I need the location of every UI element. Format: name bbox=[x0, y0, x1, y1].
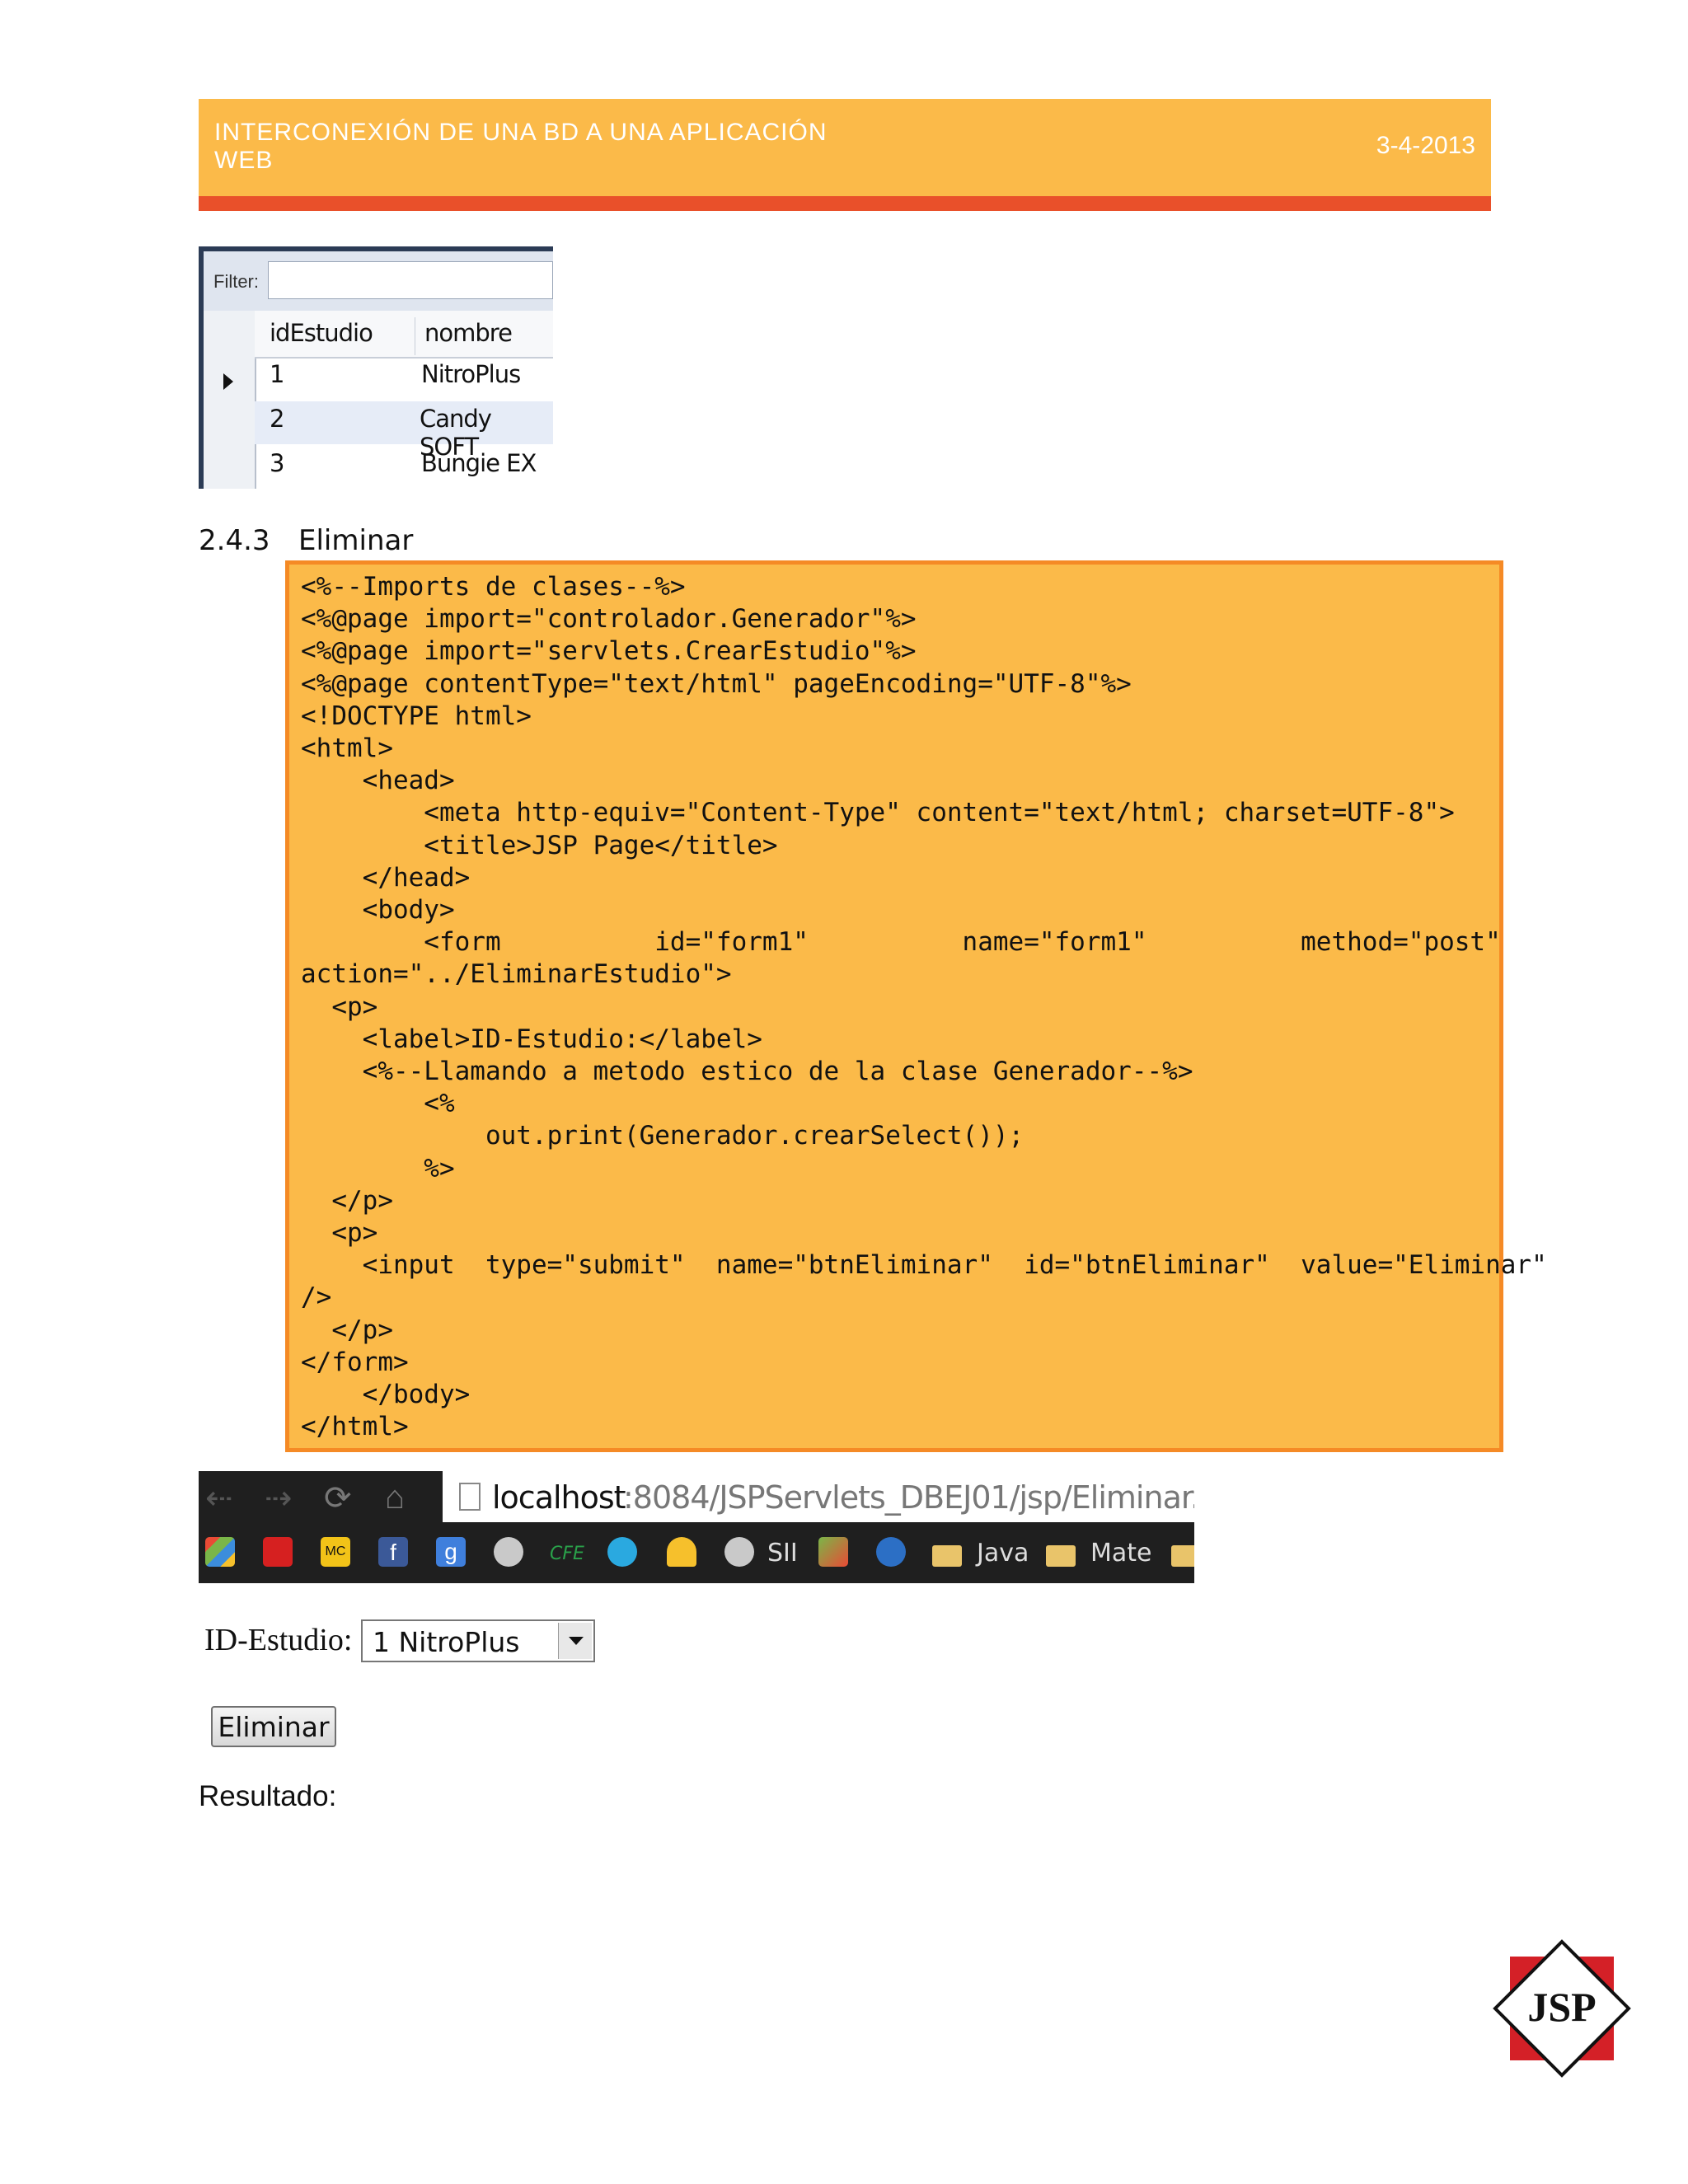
mc-bookmark-icon[interactable]: MC bbox=[321, 1537, 350, 1567]
java-bookmark-folder[interactable]: Java bbox=[977, 1539, 1029, 1568]
estudio-select[interactable]: 1 NitroPlus bbox=[361, 1619, 595, 1662]
back-arrow-icon[interactable]: ⇠ bbox=[205, 1479, 233, 1517]
sii-bookmark-label[interactable]: SII bbox=[767, 1539, 798, 1568]
url-host[interactable]: localhost bbox=[492, 1479, 626, 1516]
youtube-bookmark-icon[interactable] bbox=[263, 1537, 293, 1567]
header-title: Interconexión de una BD a una aplicación… bbox=[214, 119, 956, 175]
folder-icon bbox=[1046, 1545, 1076, 1567]
table-cell-nombre[interactable]: Bungie EX bbox=[421, 449, 537, 477]
code-listing: <%--Imports de clases--%> <%@page import… bbox=[301, 572, 1547, 1442]
jsp-logo: JSP bbox=[1493, 1939, 1631, 2078]
table-cell-id[interactable]: 1 bbox=[270, 360, 284, 388]
row-header-column bbox=[204, 311, 256, 489]
google-bookmark-icon[interactable]: g bbox=[436, 1537, 466, 1567]
globe-bookmark-icon[interactable] bbox=[876, 1537, 906, 1567]
filter-label: Filter: bbox=[213, 271, 259, 292]
section-title: Eliminar bbox=[298, 524, 414, 557]
filter-input[interactable] bbox=[268, 261, 553, 299]
folder-icon bbox=[1171, 1545, 1194, 1567]
eliminar-button[interactable]: Eliminar bbox=[211, 1706, 336, 1747]
forward-arrow-icon[interactable]: ⇢ bbox=[265, 1479, 293, 1517]
db-grid-screenshot: Filter: idEstudio nombre 1 NitroPlus 2 C… bbox=[199, 246, 553, 489]
header-divider bbox=[255, 357, 553, 359]
current-row-arrow-icon bbox=[223, 373, 233, 390]
select-value: 1 NitroPlus bbox=[373, 1626, 520, 1658]
code-box: <%--Imports de clases--%> <%@page import… bbox=[285, 560, 1547, 1452]
folder-icon bbox=[932, 1545, 962, 1567]
url-path[interactable]: :8084/JSPServlets_DBEJ01/jsp/Eliminar.js… bbox=[623, 1479, 1194, 1516]
header-title-line2: web bbox=[214, 147, 274, 174]
header-date: 3-4-2013 bbox=[1376, 132, 1475, 159]
table-cell-id[interactable]: 2 bbox=[270, 405, 284, 433]
gear2-bookmark-icon[interactable] bbox=[724, 1537, 754, 1567]
twitter-bookmark-icon[interactable] bbox=[607, 1537, 637, 1567]
filter-bar: Filter: bbox=[204, 251, 553, 311]
cfe-bookmark-icon[interactable]: CFE bbox=[550, 1544, 584, 1564]
page-icon bbox=[459, 1483, 481, 1511]
table-cell-id[interactable]: 3 bbox=[270, 449, 284, 477]
chevron-down-icon[interactable] bbox=[558, 1623, 592, 1659]
person-bookmark-icon[interactable] bbox=[667, 1537, 696, 1567]
column-header-idestudio[interactable]: idEstudio bbox=[270, 319, 373, 347]
section-number: 2.4.3 bbox=[199, 524, 270, 557]
id-estudio-label: ID-Estudio: bbox=[204, 1623, 353, 1657]
home-icon[interactable]: ⌂ bbox=[385, 1479, 405, 1516]
mate-bookmark-folder[interactable]: Mate bbox=[1090, 1539, 1152, 1568]
result-label: Resultado: bbox=[199, 1780, 337, 1812]
header-title-line1: Interconexión de una BD a una aplicación bbox=[214, 119, 828, 146]
facebook-bookmark-icon[interactable]: f bbox=[378, 1537, 408, 1567]
table-cell-nombre[interactable]: NitroPlus bbox=[421, 360, 521, 388]
header-stripe bbox=[199, 196, 1491, 211]
gear-bookmark-icon[interactable] bbox=[494, 1537, 523, 1567]
logo-text: JSP bbox=[1527, 1984, 1596, 2030]
browser-screenshot: ⇠ ⇢ ⟳ ⌂ localhost :8084/JSPServlets_DBEJ… bbox=[199, 1471, 1194, 1583]
windows-bookmark-icon[interactable] bbox=[205, 1537, 235, 1567]
maps-bookmark-icon[interactable] bbox=[818, 1537, 848, 1567]
reload-icon[interactable]: ⟳ bbox=[324, 1479, 352, 1517]
column-header-nombre[interactable]: nombre bbox=[424, 319, 513, 347]
